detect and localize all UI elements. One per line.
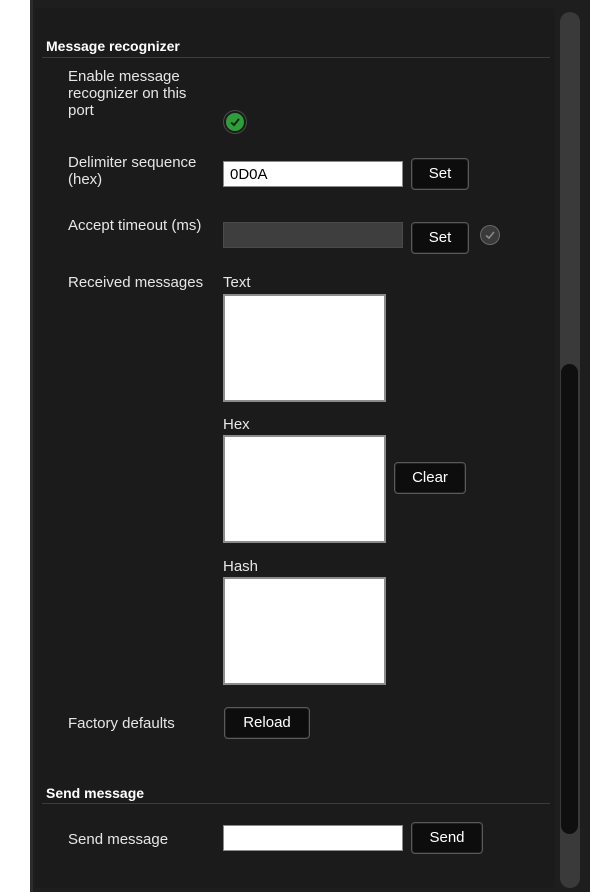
section-divider [42,57,550,58]
scrollbar-thumb[interactable] [561,364,578,834]
received-messages-label: Received messages [68,274,204,291]
timeout-status-icon [481,226,499,244]
timeout-set-button[interactable]: Set [411,222,469,254]
received-hex-area[interactable] [223,435,386,543]
send-button[interactable]: Send [411,822,483,854]
check-icon [230,118,240,127]
enable-recognizer-label: Enable message recognizer on this port [68,68,187,119]
send-message-heading: Send message [46,785,145,801]
check-icon [485,231,495,240]
reload-button[interactable]: Reload [224,707,310,739]
hash-label: Hash [223,558,259,575]
send-message-label: Send message [68,831,169,848]
delimiter-set-button[interactable]: Set [411,158,469,190]
send-message-input[interactable] [223,825,403,851]
clear-button[interactable]: Clear [394,462,466,494]
received-text-area[interactable] [223,294,386,402]
factory-defaults-label: Factory defaults [68,715,175,732]
frame-edge [30,0,33,892]
text-label: Text [223,274,251,291]
received-hash-area[interactable] [223,577,386,685]
accept-timeout-input [223,222,403,248]
delimiter-label: Delimiter sequence (hex) [68,154,197,188]
accept-timeout-label: Accept timeout (ms) [68,217,202,234]
section-divider [42,803,550,804]
message-recognizer-heading: Message recognizer [46,38,180,54]
enable-recognizer-toggle[interactable] [226,113,244,131]
delimiter-input[interactable] [223,161,403,187]
hex-label: Hex [223,416,250,433]
